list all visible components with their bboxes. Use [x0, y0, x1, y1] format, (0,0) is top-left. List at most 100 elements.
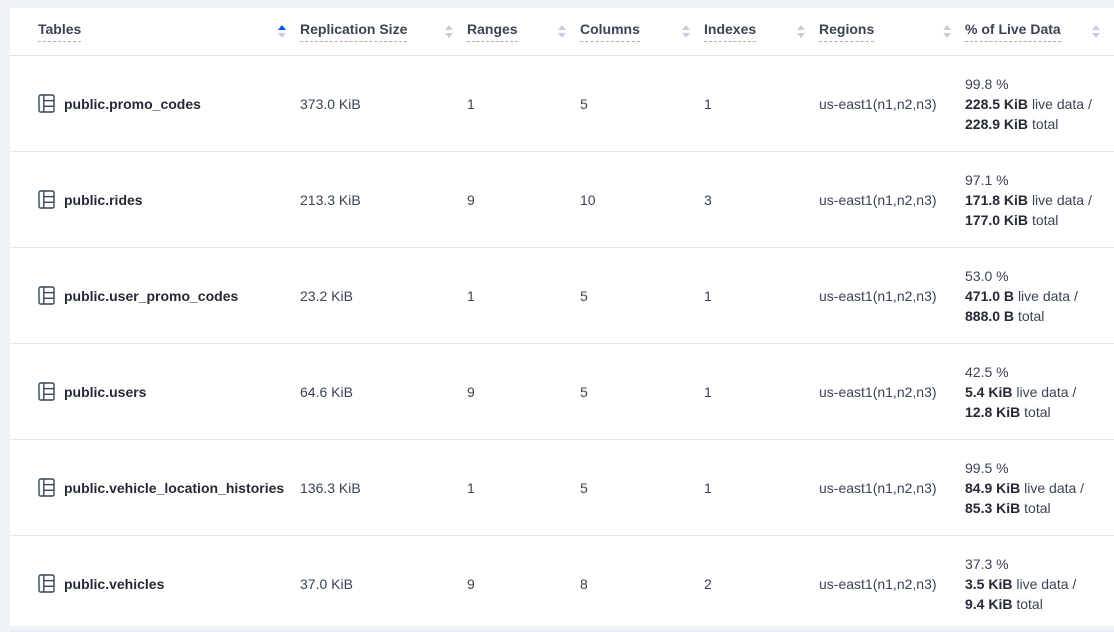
live-data-size: 171.8 KiB live data /	[965, 190, 1114, 210]
live-data-size: 5.4 KiB live data /	[965, 382, 1114, 402]
column-header-label: % of Live Data	[965, 21, 1061, 42]
column-header-label: Tables	[38, 21, 81, 42]
replication-size-cell: 136.3 KiB	[300, 440, 467, 536]
column-header-label: Regions	[819, 21, 874, 42]
live-data-size: 84.9 KiB live data /	[965, 478, 1114, 498]
total-data-size: 177.0 KiB total	[965, 210, 1114, 230]
replication-size-cell: 213.3 KiB	[300, 152, 467, 248]
live-data-cell: 99.5 % 84.9 KiB live data / 85.3 KiB tot…	[965, 440, 1114, 536]
indexes-cell: 2	[704, 536, 819, 632]
live-data-percent: 42.5 %	[965, 362, 1114, 382]
table-icon	[38, 382, 55, 401]
sort-arrows-icon	[278, 25, 286, 38]
live-data-percent: 99.8 %	[965, 74, 1114, 94]
total-data-size: 85.3 KiB total	[965, 498, 1114, 518]
table-name-link[interactable]: public.user_promo_codes	[64, 288, 238, 304]
table-icon	[38, 190, 55, 209]
live-data-cell: 53.0 % 471.0 B live data / 888.0 B total	[965, 248, 1114, 344]
column-header-indexes[interactable]: Indexes	[704, 8, 819, 56]
indexes-cell: 1	[704, 344, 819, 440]
columns-cell: 8	[580, 536, 704, 632]
table-icon	[38, 286, 55, 305]
live-data-cell: 42.5 % 5.4 KiB live data / 12.8 KiB tota…	[965, 344, 1114, 440]
column-header-regions[interactable]: Regions	[819, 8, 965, 56]
regions-cell: us-east1(n1,n2,n3)	[819, 440, 965, 536]
table-row[interactable]: public.rides 213.3 KiB 9 10 3 us-east1(n…	[10, 152, 1114, 248]
regions-cell: us-east1(n1,n2,n3)	[819, 152, 965, 248]
table-row[interactable]: public.vehicles 37.0 KiB 9 8 2 us-east1(…	[10, 536, 1114, 632]
replication-size-cell: 373.0 KiB	[300, 56, 467, 152]
column-header-live-data[interactable]: % of Live Data	[965, 8, 1114, 56]
indexes-cell: 1	[704, 56, 819, 152]
column-header-label: Indexes	[704, 21, 756, 42]
table-row[interactable]: public.users 64.6 KiB 9 5 1 us-east1(n1,…	[10, 344, 1114, 440]
table-name-link[interactable]: public.rides	[64, 192, 143, 208]
live-data-size: 3.5 KiB live data /	[965, 574, 1114, 594]
sort-arrows-icon	[943, 25, 951, 38]
column-header-columns[interactable]: Columns	[580, 8, 704, 56]
replication-size-cell: 23.2 KiB	[300, 248, 467, 344]
live-data-size: 228.5 KiB live data /	[965, 94, 1114, 114]
columns-cell: 5	[580, 344, 704, 440]
table-name-cell: public.user_promo_codes	[10, 248, 300, 344]
indexes-cell: 1	[704, 440, 819, 536]
total-data-size: 9.4 KiB total	[965, 594, 1114, 614]
ranges-cell: 9	[467, 536, 580, 632]
replication-size-cell: 64.6 KiB	[300, 344, 467, 440]
ranges-cell: 9	[467, 152, 580, 248]
table-row[interactable]: public.user_promo_codes 23.2 KiB 1 5 1 u…	[10, 248, 1114, 344]
table-name-cell: public.rides	[10, 152, 300, 248]
database-tables-table: Tables Replication Size Ranges	[10, 8, 1114, 632]
table-name-cell: public.vehicles	[10, 536, 300, 632]
tables-panel: Tables Replication Size Ranges	[10, 8, 1114, 626]
live-data-cell: 97.1 % 171.8 KiB live data / 177.0 KiB t…	[965, 152, 1114, 248]
table-body: public.promo_codes 373.0 KiB 1 5 1 us-ea…	[10, 56, 1114, 632]
regions-cell: us-east1(n1,n2,n3)	[819, 344, 965, 440]
column-header-label: Columns	[580, 21, 640, 42]
live-data-size: 471.0 B live data /	[965, 286, 1114, 306]
ranges-cell: 9	[467, 344, 580, 440]
sort-arrows-icon	[682, 25, 690, 38]
columns-cell: 5	[580, 56, 704, 152]
table-icon	[38, 574, 55, 593]
table-name-link[interactable]: public.users	[64, 384, 146, 400]
columns-cell: 5	[580, 248, 704, 344]
column-header-tables[interactable]: Tables	[10, 8, 300, 56]
total-data-size: 228.9 KiB total	[965, 114, 1114, 134]
sort-arrows-icon	[1092, 25, 1100, 38]
ranges-cell: 1	[467, 440, 580, 536]
live-data-percent: 97.1 %	[965, 170, 1114, 190]
indexes-cell: 1	[704, 248, 819, 344]
replication-size-cell: 37.0 KiB	[300, 536, 467, 632]
table-header-row: Tables Replication Size Ranges	[10, 8, 1114, 56]
column-header-ranges[interactable]: Ranges	[467, 8, 580, 56]
table-icon	[38, 94, 55, 113]
table-name-link[interactable]: public.vehicle_location_histories	[64, 480, 284, 496]
live-data-percent: 99.5 %	[965, 458, 1114, 478]
table-name-link[interactable]: public.promo_codes	[64, 96, 201, 112]
sort-arrows-icon	[797, 25, 805, 38]
table-name-cell: public.users	[10, 344, 300, 440]
live-data-cell: 99.8 % 228.5 KiB live data / 228.9 KiB t…	[965, 56, 1114, 152]
column-header-replication-size[interactable]: Replication Size	[300, 8, 467, 56]
table-name-link[interactable]: public.vehicles	[64, 576, 164, 592]
live-data-percent: 53.0 %	[965, 266, 1114, 286]
table-name-cell: public.promo_codes	[10, 56, 300, 152]
ranges-cell: 1	[467, 248, 580, 344]
regions-cell: us-east1(n1,n2,n3)	[819, 248, 965, 344]
columns-cell: 10	[580, 152, 704, 248]
regions-cell: us-east1(n1,n2,n3)	[819, 536, 965, 632]
total-data-size: 12.8 KiB total	[965, 402, 1114, 422]
table-icon	[38, 478, 55, 497]
column-header-label: Ranges	[467, 21, 518, 42]
table-name-cell: public.vehicle_location_histories	[10, 440, 300, 536]
column-header-label: Replication Size	[300, 21, 407, 42]
sort-arrows-icon	[445, 25, 453, 38]
columns-cell: 5	[580, 440, 704, 536]
live-data-cell: 37.3 % 3.5 KiB live data / 9.4 KiB total	[965, 536, 1114, 632]
table-row[interactable]: public.promo_codes 373.0 KiB 1 5 1 us-ea…	[10, 56, 1114, 152]
total-data-size: 888.0 B total	[965, 306, 1114, 326]
sort-arrows-icon	[558, 25, 566, 38]
live-data-percent: 37.3 %	[965, 554, 1114, 574]
table-row[interactable]: public.vehicle_location_histories 136.3 …	[10, 440, 1114, 536]
